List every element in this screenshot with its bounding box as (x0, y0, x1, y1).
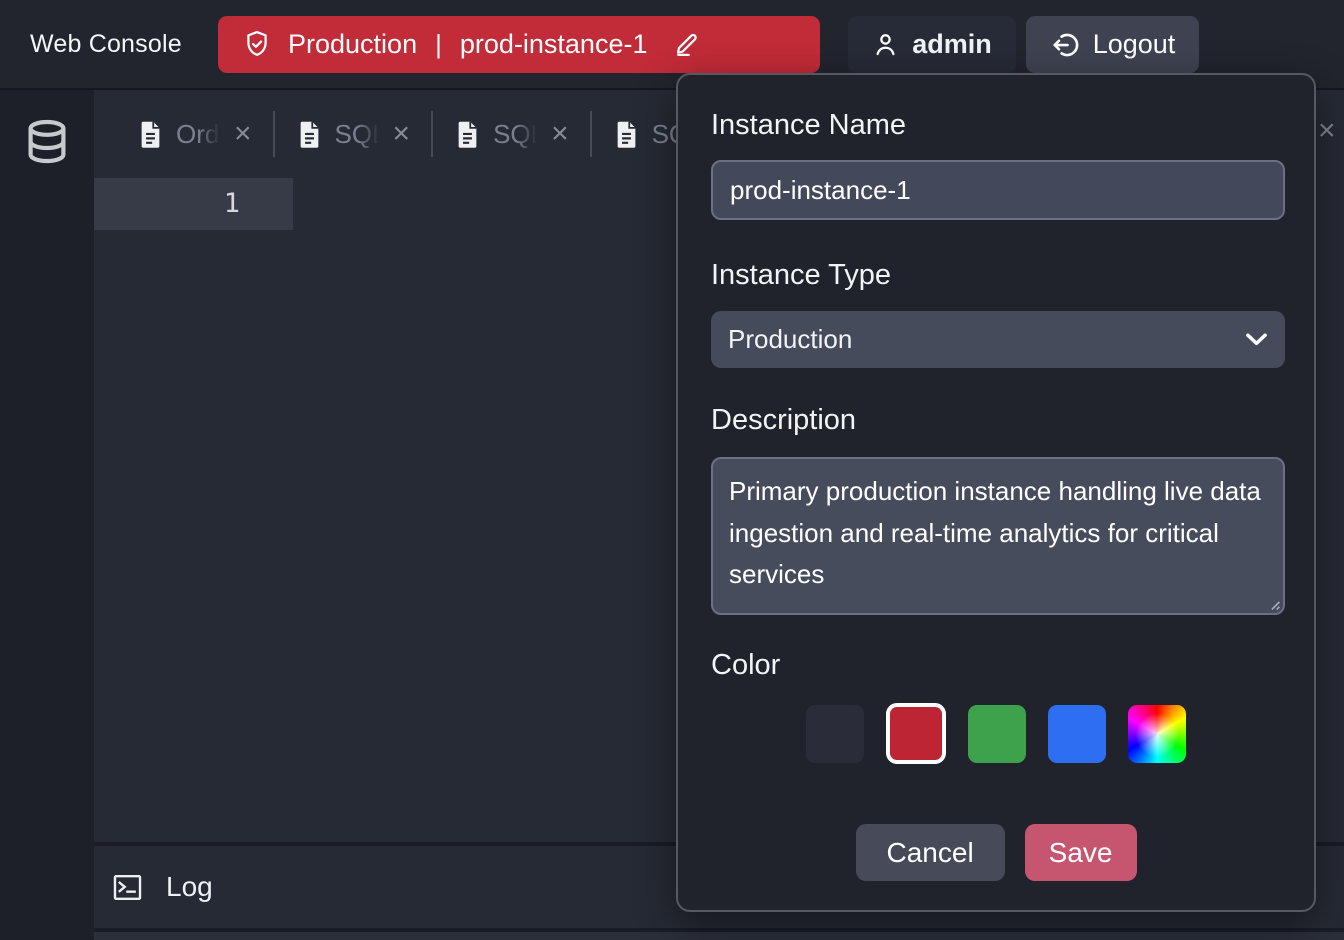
file-icon (137, 119, 164, 150)
tab-label: SQL (493, 119, 539, 150)
sidebar (0, 90, 94, 940)
user-name: admin (912, 29, 992, 60)
instance-settings-dialog: Instance Name Instance Type Production D… (676, 73, 1316, 912)
logout-button[interactable]: Logout (1026, 16, 1199, 73)
logout-label: Logout (1093, 29, 1176, 60)
color-swatch-green[interactable] (968, 705, 1026, 763)
line-number: 1 (224, 188, 240, 219)
cancel-button[interactable]: Cancel (856, 824, 1005, 881)
instance-name-label: prod-instance-1 (460, 29, 648, 60)
file-icon (454, 119, 481, 150)
color-swatch-default[interactable] (806, 705, 864, 763)
color-swatch-row (678, 703, 1314, 764)
shield-check-icon (242, 29, 272, 61)
tab-item[interactable]: SQL × (275, 119, 432, 150)
user-icon (872, 31, 899, 58)
file-icon (613, 119, 640, 150)
description-textarea[interactable]: Primary production instance handling liv… (711, 457, 1285, 615)
save-button[interactable]: Save (1025, 824, 1137, 881)
instance-type-field-label: Instance Type (711, 259, 891, 292)
chevron-down-icon (1245, 332, 1268, 347)
tab-label: SQL (335, 119, 381, 150)
environment-label: Production (288, 29, 417, 60)
instance-name-input[interactable] (711, 160, 1285, 220)
tab-close-icon[interactable]: × (393, 119, 411, 149)
color-swatch-red[interactable] (886, 703, 946, 764)
tab-close-icon[interactable]: × (234, 119, 252, 149)
color-swatch-blue[interactable] (1048, 705, 1106, 763)
logout-icon (1050, 30, 1080, 60)
badge-separator: | (433, 29, 444, 60)
instance-type-select[interactable]: Production (711, 311, 1285, 368)
terminal-icon (112, 872, 143, 903)
tab-item[interactable]: SQL × (433, 119, 590, 150)
instance-name-field-label: Instance Name (711, 109, 906, 142)
user-chip[interactable]: admin (848, 16, 1016, 73)
edit-icon[interactable] (673, 31, 701, 59)
file-icon (296, 119, 323, 150)
color-swatch-rainbow[interactable] (1128, 705, 1186, 763)
tab-label: Ord (176, 119, 222, 150)
status-strip (94, 932, 1344, 940)
tab-close-icon[interactable]: × (1318, 116, 1336, 146)
environment-badge[interactable]: Production | prod-instance-1 (218, 16, 820, 73)
description-field-label: Description (711, 404, 856, 437)
log-panel-label: Log (166, 871, 213, 903)
color-field-label: Color (711, 649, 780, 682)
tab-item[interactable]: Ord × (116, 119, 273, 150)
line-number-gutter: 1 (94, 178, 293, 230)
instance-type-value: Production (728, 324, 852, 355)
app-title: Web Console (30, 0, 182, 88)
dialog-actions: Cancel Save (678, 824, 1314, 881)
tab-close-icon[interactable]: × (551, 119, 569, 149)
database-icon[interactable] (23, 116, 71, 168)
